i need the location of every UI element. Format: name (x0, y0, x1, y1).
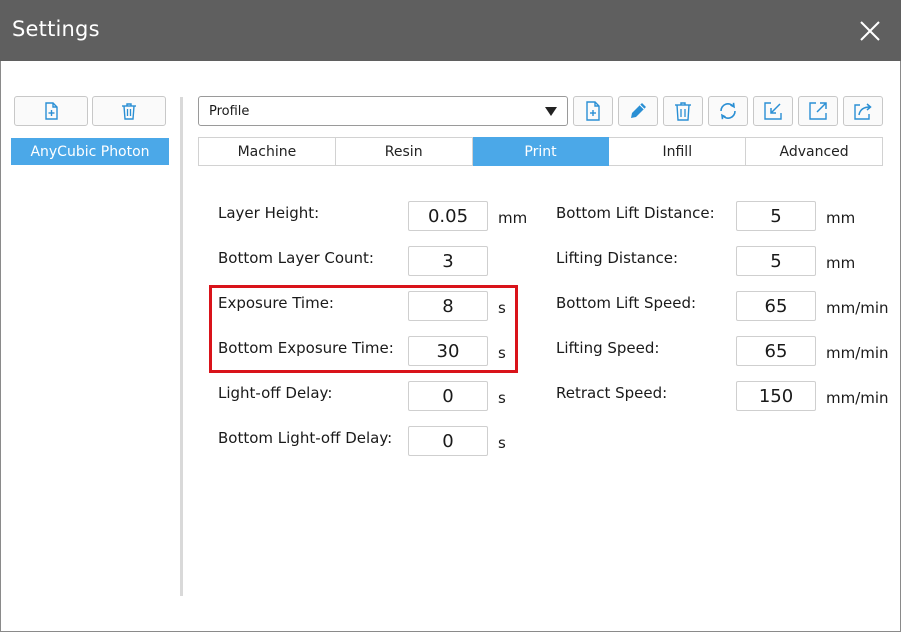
trash-icon (675, 102, 691, 121)
bottom-light-off-delay-label: Bottom Light-off Delay: (218, 429, 393, 447)
bottom-layer-count-label: Bottom Layer Count: (218, 249, 374, 267)
bottom-lift-speed-label: Bottom Lift Speed: (556, 294, 697, 312)
export-icon (809, 102, 827, 120)
bottom-exposure-time-label: Bottom Exposure Time: (218, 339, 394, 357)
lifting-distance-label: Lifting Distance: (556, 249, 679, 267)
layer-height-unit: mm (498, 209, 528, 227)
tab-advanced[interactable]: Advanced (746, 137, 883, 166)
title-bar: Settings (0, 0, 901, 61)
export-profile-button[interactable] (798, 96, 838, 126)
layer-height-label: Layer Height: (218, 204, 320, 222)
close-icon (860, 21, 880, 41)
lifting-speed-label: Lifting Speed: (556, 339, 660, 357)
lifting-speed-input[interactable] (736, 336, 816, 366)
bottom-lift-distance-label: Bottom Lift Distance: (556, 204, 715, 222)
reset-profile-button[interactable] (708, 96, 748, 126)
bottom-exposure-time-input[interactable] (408, 336, 488, 366)
tab-print[interactable]: Print (472, 137, 610, 166)
new-profile-button[interactable] (573, 96, 613, 126)
pane-divider (180, 97, 183, 596)
share-profile-button[interactable] (843, 96, 883, 126)
profile-select[interactable]: Profile (198, 96, 568, 126)
lifting-distance-unit: mm (826, 254, 856, 272)
edit-profile-button[interactable] (618, 96, 658, 126)
import-profile-button[interactable] (753, 96, 793, 126)
layer-height-input[interactable] (408, 201, 488, 231)
pencil-icon (631, 103, 646, 118)
file-add-icon (586, 101, 600, 121)
add-machine-button[interactable] (14, 96, 88, 126)
bottom-lift-speed-unit: mm/min (826, 299, 889, 317)
light-off-delay-label: Light-off Delay: (218, 384, 333, 402)
delete-machine-button[interactable] (92, 96, 166, 126)
bottom-light-off-delay-input[interactable] (408, 426, 488, 456)
light-off-delay-unit: s (498, 389, 506, 407)
lifting-distance-input[interactable] (736, 246, 816, 276)
bottom-exposure-time-unit: s (498, 344, 506, 362)
lifting-speed-unit: mm/min (826, 344, 889, 362)
exposure-time-unit: s (498, 299, 506, 317)
window-title: Settings (12, 17, 100, 41)
bottom-lift-distance-input[interactable] (736, 201, 816, 231)
bottom-lift-distance-unit: mm (826, 209, 856, 227)
refresh-icon (720, 102, 736, 120)
exposure-time-input[interactable] (408, 291, 488, 321)
retract-speed-input[interactable] (736, 381, 816, 411)
exposure-time-label: Exposure Time: (218, 294, 334, 312)
tab-resin[interactable]: Resin (335, 137, 473, 166)
light-off-delay-input[interactable] (408, 381, 488, 411)
retract-speed-label: Retract Speed: (556, 384, 668, 402)
bottom-lift-speed-input[interactable] (736, 291, 816, 321)
profile-select-value: Profile (209, 104, 250, 119)
share-icon (854, 103, 872, 120)
retract-speed-unit: mm/min (826, 389, 889, 407)
chevron-down-icon (545, 107, 557, 116)
settings-tabs: Machine Resin Print Infill Advanced (198, 137, 883, 166)
file-add-icon (45, 102, 58, 120)
delete-profile-button[interactable] (663, 96, 703, 126)
tab-machine[interactable]: Machine (198, 137, 336, 166)
bottom-light-off-delay-unit: s (498, 434, 506, 452)
import-icon (764, 102, 782, 120)
bottom-layer-count-input[interactable] (408, 246, 488, 276)
close-button[interactable] (853, 14, 887, 48)
machine-list-item-anycubic-photon[interactable]: AnyCubic Photon (11, 138, 169, 165)
trash-icon (122, 103, 136, 120)
tab-infill[interactable]: Infill (609, 137, 747, 166)
